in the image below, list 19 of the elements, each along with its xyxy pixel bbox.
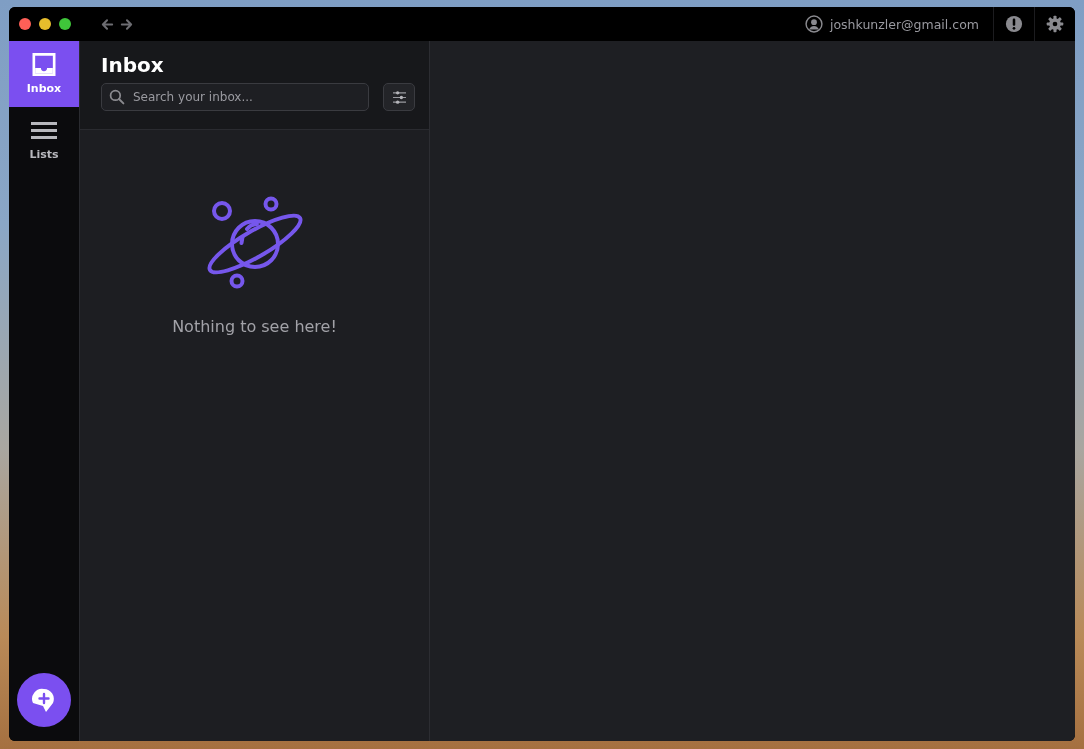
search-field[interactable]: Search your inbox... [101, 83, 369, 111]
user-avatar-icon[interactable] [805, 15, 823, 33]
account-email[interactable]: joshkunzler@gmail.com [830, 16, 979, 32]
settings-icon [1046, 15, 1064, 33]
zoom-window-button[interactable] [59, 18, 71, 30]
inbox-title: Inbox [101, 53, 165, 77]
nav-tab[interactable]: Lists [9, 107, 79, 173]
back-arrow-icon[interactable] [101, 17, 114, 31]
nav-tab[interactable]: Inbox [9, 41, 79, 107]
empty-state-message: Nothing to see here! [172, 317, 337, 336]
filter-button[interactable] [383, 83, 415, 111]
menu-lines-icon [31, 119, 57, 142]
forward-arrow-icon[interactable] [120, 17, 133, 31]
inbox-tray-icon [31, 53, 57, 76]
new-item-button[interactable] [17, 673, 71, 727]
sliders-icon [391, 90, 407, 104]
alert-icon [1005, 15, 1023, 33]
close-window-button[interactable] [19, 18, 31, 30]
minimize-window-button[interactable] [39, 18, 51, 30]
